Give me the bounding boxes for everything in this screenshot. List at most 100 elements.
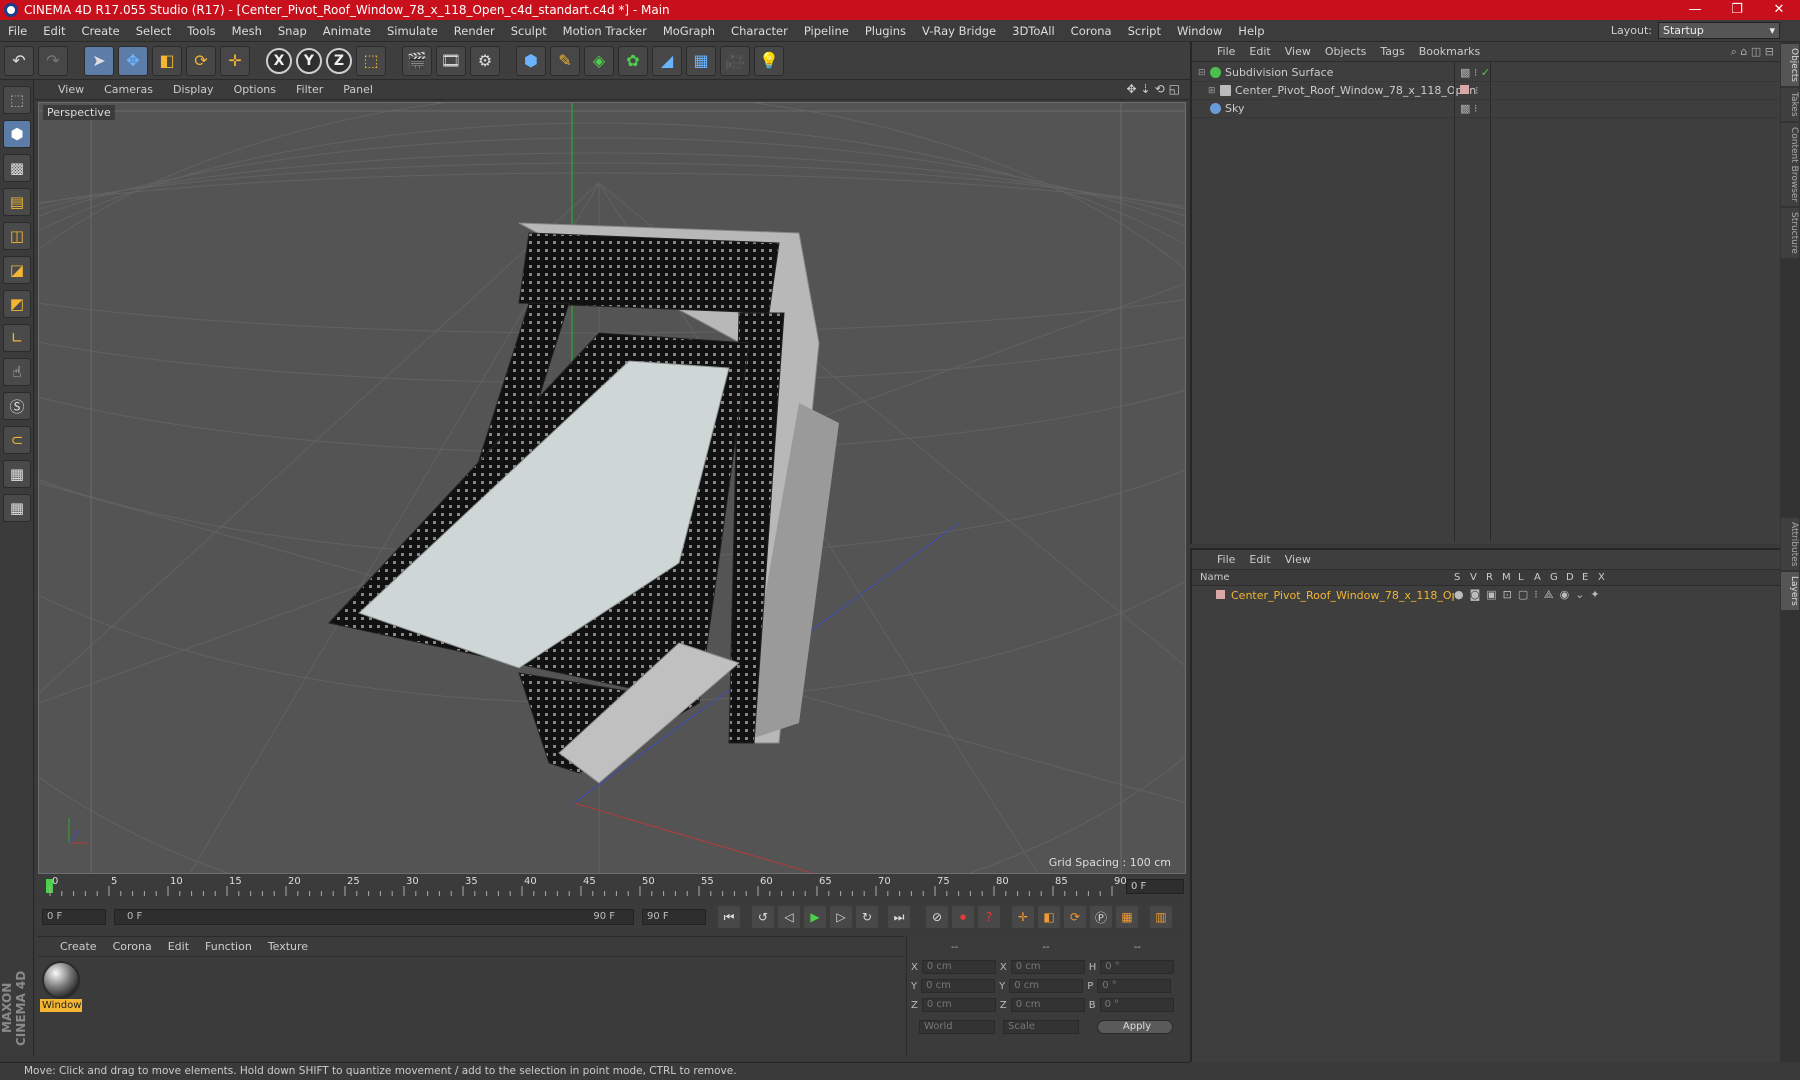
menu-sculpt[interactable]: Sculpt: [503, 24, 555, 38]
minimize-button[interactable]: —: [1674, 0, 1716, 20]
play-icon[interactable]: ▶: [804, 906, 826, 928]
viewport-menu-view[interactable]: View: [48, 83, 94, 96]
rotation-b-field[interactable]: 0 °: [1099, 998, 1174, 1012]
key-param-icon[interactable]: Ⓟ: [1090, 906, 1112, 928]
texture-mode-icon[interactable]: ▩: [3, 154, 31, 182]
keyframe-selection-icon[interactable]: ?: [978, 906, 1000, 928]
menu-vray-bridge[interactable]: V-Ray Bridge: [914, 24, 1004, 38]
obj-menu-file[interactable]: File: [1210, 45, 1242, 58]
menu-create[interactable]: Create: [74, 24, 128, 38]
rotate-icon[interactable]: ⟳: [186, 45, 216, 76]
workplane-icon[interactable]: ▤: [3, 188, 31, 216]
material-preview-icon[interactable]: [42, 961, 80, 999]
material-menu-edit[interactable]: Edit: [160, 940, 197, 953]
start-frame-field[interactable]: 0 F: [42, 909, 106, 925]
y-axis-icon[interactable]: Y: [296, 47, 322, 74]
pen-icon[interactable]: ✎: [550, 45, 580, 76]
polygons-mode-icon[interactable]: ◩: [3, 290, 31, 318]
array-icon[interactable]: ✿: [618, 45, 648, 76]
layer-menu-edit[interactable]: Edit: [1242, 553, 1277, 566]
obj-menu-tags[interactable]: Tags: [1373, 45, 1411, 58]
viewport-menu-panel[interactable]: Panel: [333, 83, 383, 96]
tab-objects[interactable]: Objects: [1781, 44, 1799, 87]
solo-icon[interactable]: Ⓢ: [3, 392, 31, 420]
deformer-icon[interactable]: ◢: [652, 45, 682, 76]
3d-viewport[interactable]: Perspective Grid Spacing : 100 cm: [38, 102, 1186, 874]
material-tag-icon[interactable]: ⁝: [1460, 84, 1479, 97]
planar-workplane-icon[interactable]: ▦: [3, 494, 31, 522]
viewport-camera-label[interactable]: Perspective: [43, 105, 115, 120]
world-coords-icon[interactable]: ⬚: [356, 45, 386, 76]
tweak-mode-icon[interactable]: ☝: [3, 358, 31, 386]
obj-menu-objects[interactable]: Objects: [1318, 45, 1374, 58]
tab-content-browser[interactable]: Content Browser: [1781, 122, 1799, 206]
layer-color-swatch[interactable]: [1216, 589, 1225, 599]
current-frame-field[interactable]: 0 F: [1126, 879, 1184, 894]
object-row-sky[interactable]: Sky ▩ ⁝: [1192, 100, 1780, 118]
rotation-p-field[interactable]: 0 °: [1097, 979, 1172, 993]
material-menu-texture[interactable]: Texture: [260, 940, 316, 953]
undo-icon[interactable]: ↶: [4, 45, 34, 76]
menu-mograph[interactable]: MoGraph: [655, 24, 723, 38]
edges-mode-icon[interactable]: ◪: [3, 256, 31, 284]
key-position-icon[interactable]: ✛: [1012, 906, 1034, 928]
close-button[interactable]: ✕: [1758, 0, 1800, 20]
end-frame-field[interactable]: 90 F: [642, 909, 706, 925]
position-y-field[interactable]: 0 cm: [921, 979, 996, 993]
menu-motion-tracker[interactable]: Motion Tracker: [555, 24, 655, 38]
obj-menu-bookmarks[interactable]: Bookmarks: [1412, 45, 1487, 58]
layer-row[interactable]: Center_Pivot_Roof_Window_78_x_118_Open ●…: [1192, 586, 1780, 604]
select-arrow-icon[interactable]: ➤: [84, 45, 114, 76]
z-axis-icon[interactable]: Z: [326, 47, 352, 74]
menu-window[interactable]: Window: [1169, 24, 1230, 38]
prev-frame-icon[interactable]: ◁: [778, 906, 800, 928]
key-pla-icon[interactable]: ▦: [1116, 906, 1138, 928]
apply-button[interactable]: Apply: [1097, 1020, 1173, 1034]
menu-render[interactable]: Render: [446, 24, 503, 38]
next-key-icon[interactable]: ↻: [856, 906, 878, 928]
cube-icon[interactable]: ⬢: [516, 45, 546, 76]
menu-pipeline[interactable]: Pipeline: [796, 24, 857, 38]
key-scale-icon[interactable]: ◧: [1038, 906, 1060, 928]
snap-magnet-icon[interactable]: ⊂: [3, 426, 31, 454]
menu-simulate[interactable]: Simulate: [379, 24, 446, 38]
material-menu-corona[interactable]: Corona: [105, 940, 160, 953]
size-z-field[interactable]: 0 cm: [1010, 998, 1085, 1012]
viewport-menu-cameras[interactable]: Cameras: [94, 83, 163, 96]
world-select[interactable]: World: [919, 1020, 995, 1034]
obj-search-icons[interactable]: ⌕ ⌂ ◫ ⊟: [1731, 45, 1774, 59]
autokey-icon[interactable]: ⏺: [952, 906, 974, 928]
layer-toggle-icon[interactable]: ▩ ⁝: [1460, 102, 1477, 115]
menu-file[interactable]: File: [0, 24, 35, 38]
make-editable-icon[interactable]: ⬚: [3, 86, 31, 114]
scale-icon[interactable]: ◧: [152, 45, 182, 76]
size-x-field[interactable]: 0 cm: [1010, 960, 1085, 974]
redo-icon[interactable]: ↷: [38, 45, 68, 76]
menu-tools[interactable]: Tools: [179, 24, 223, 38]
frame-range-slider[interactable]: 0 F 90 F: [114, 909, 634, 925]
lock-workplane-icon[interactable]: ▦: [3, 460, 31, 488]
subdivision-icon[interactable]: ◈: [584, 45, 614, 76]
menu-plugins[interactable]: Plugins: [857, 24, 914, 38]
model-mode-icon[interactable]: ⬢: [3, 120, 31, 148]
menu-edit[interactable]: Edit: [35, 24, 73, 38]
tab-takes[interactable]: Takes: [1781, 88, 1799, 121]
position-x-field[interactable]: 0 cm: [921, 960, 996, 974]
light-icon[interactable]: 💡: [754, 45, 784, 76]
maximize-button[interactable]: ❐: [1716, 0, 1758, 20]
obj-menu-view[interactable]: View: [1278, 45, 1318, 58]
menu-snap[interactable]: Snap: [270, 24, 315, 38]
menu-mesh[interactable]: Mesh: [224, 24, 270, 38]
floor-icon[interactable]: ▦: [686, 45, 716, 76]
obj-menu-edit[interactable]: Edit: [1242, 45, 1277, 58]
tab-structure[interactable]: Structure: [1781, 207, 1799, 258]
viewport-menu-display[interactable]: Display: [163, 83, 224, 96]
layer-menu-view[interactable]: View: [1278, 553, 1318, 566]
menu-select[interactable]: Select: [128, 24, 179, 38]
record-keys-icon[interactable]: ⊘: [926, 906, 948, 928]
menu-corona[interactable]: Corona: [1063, 24, 1120, 38]
rotation-h-field[interactable]: 0 °: [1100, 960, 1175, 974]
layout-select[interactable]: Startup: [1658, 22, 1780, 39]
viewport-menu-filter[interactable]: Filter: [286, 83, 333, 96]
camera-icon[interactable]: 🎥: [720, 45, 750, 76]
